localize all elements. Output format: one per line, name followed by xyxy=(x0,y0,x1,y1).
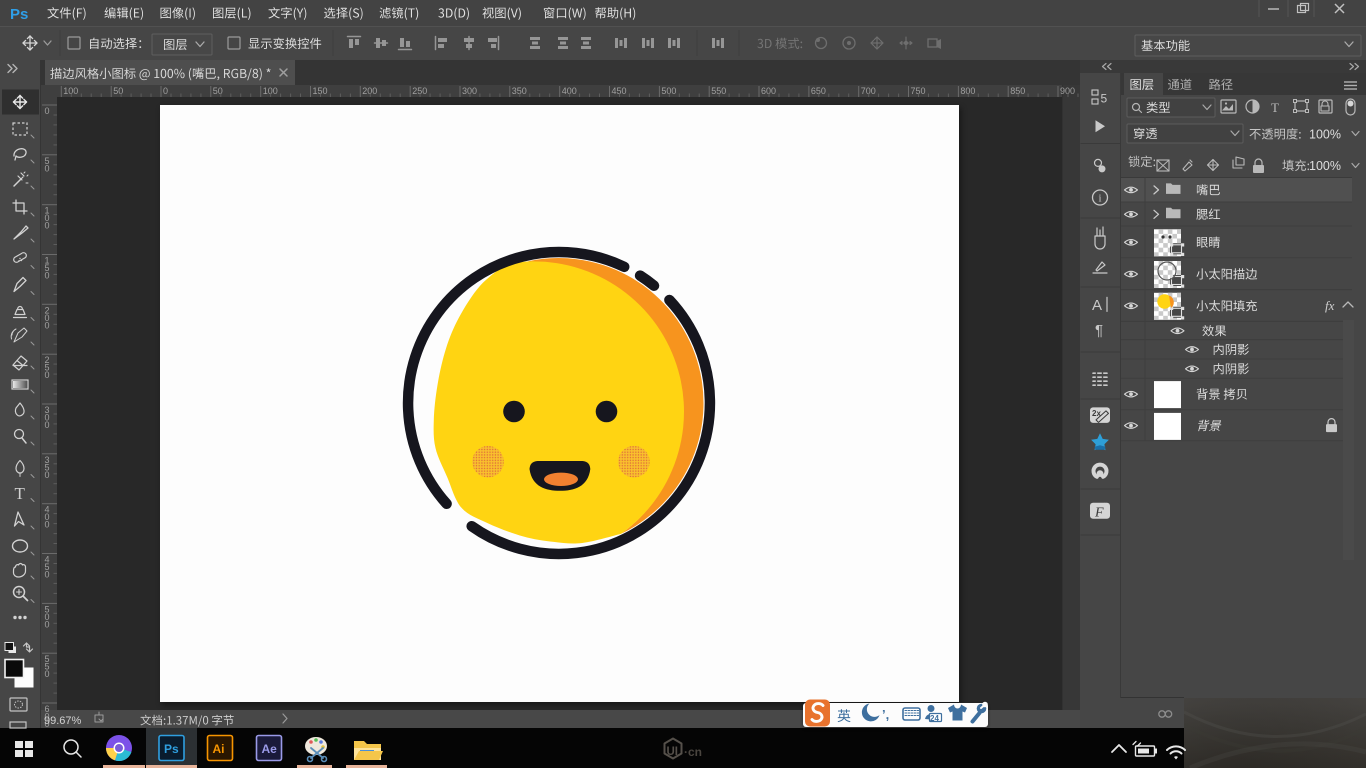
svg-text:100%: 100% xyxy=(1309,128,1341,142)
svg-text:UI: UI xyxy=(667,746,679,758)
svg-text:Ai: Ai xyxy=(213,742,225,756)
svg-text:0: 0 xyxy=(45,420,50,430)
svg-text:¶: ¶ xyxy=(1095,322,1103,339)
svg-text:0: 0 xyxy=(45,619,50,629)
svg-text:50: 50 xyxy=(213,86,223,96)
svg-text:0: 0 xyxy=(45,106,50,116)
svg-text:fx: fx xyxy=(1325,298,1335,313)
svg-text:·cn: ·cn xyxy=(684,745,702,759)
svg-text:0: 0 xyxy=(45,320,50,330)
svg-text:i: i xyxy=(1099,193,1102,205)
svg-text:99.67%: 99.67% xyxy=(44,715,82,727)
svg-text:Ps: Ps xyxy=(164,742,179,756)
svg-text:0: 0 xyxy=(45,370,50,380)
svg-text:0: 0 xyxy=(45,163,50,173)
svg-text:Ae: Ae xyxy=(262,742,278,756)
svg-text:0: 0 xyxy=(163,86,168,96)
svg-text:24: 24 xyxy=(930,714,939,723)
svg-text:0: 0 xyxy=(45,669,50,679)
svg-text:Ps: Ps xyxy=(10,6,28,23)
svg-text:0: 0 xyxy=(45,470,50,480)
svg-text:’,: ’, xyxy=(882,707,889,722)
svg-text:A: A xyxy=(1092,297,1102,314)
svg-text:0: 0 xyxy=(45,271,50,281)
svg-text:0: 0 xyxy=(45,570,50,580)
svg-text:T: T xyxy=(15,484,26,503)
svg-text:0: 0 xyxy=(45,221,50,231)
svg-text:5: 5 xyxy=(1101,92,1108,106)
svg-text:F: F xyxy=(1094,505,1104,520)
svg-text:50: 50 xyxy=(113,86,123,96)
svg-text:0: 0 xyxy=(45,520,50,530)
svg-text:T: T xyxy=(1271,100,1279,115)
svg-text:100%: 100% xyxy=(1309,159,1341,173)
